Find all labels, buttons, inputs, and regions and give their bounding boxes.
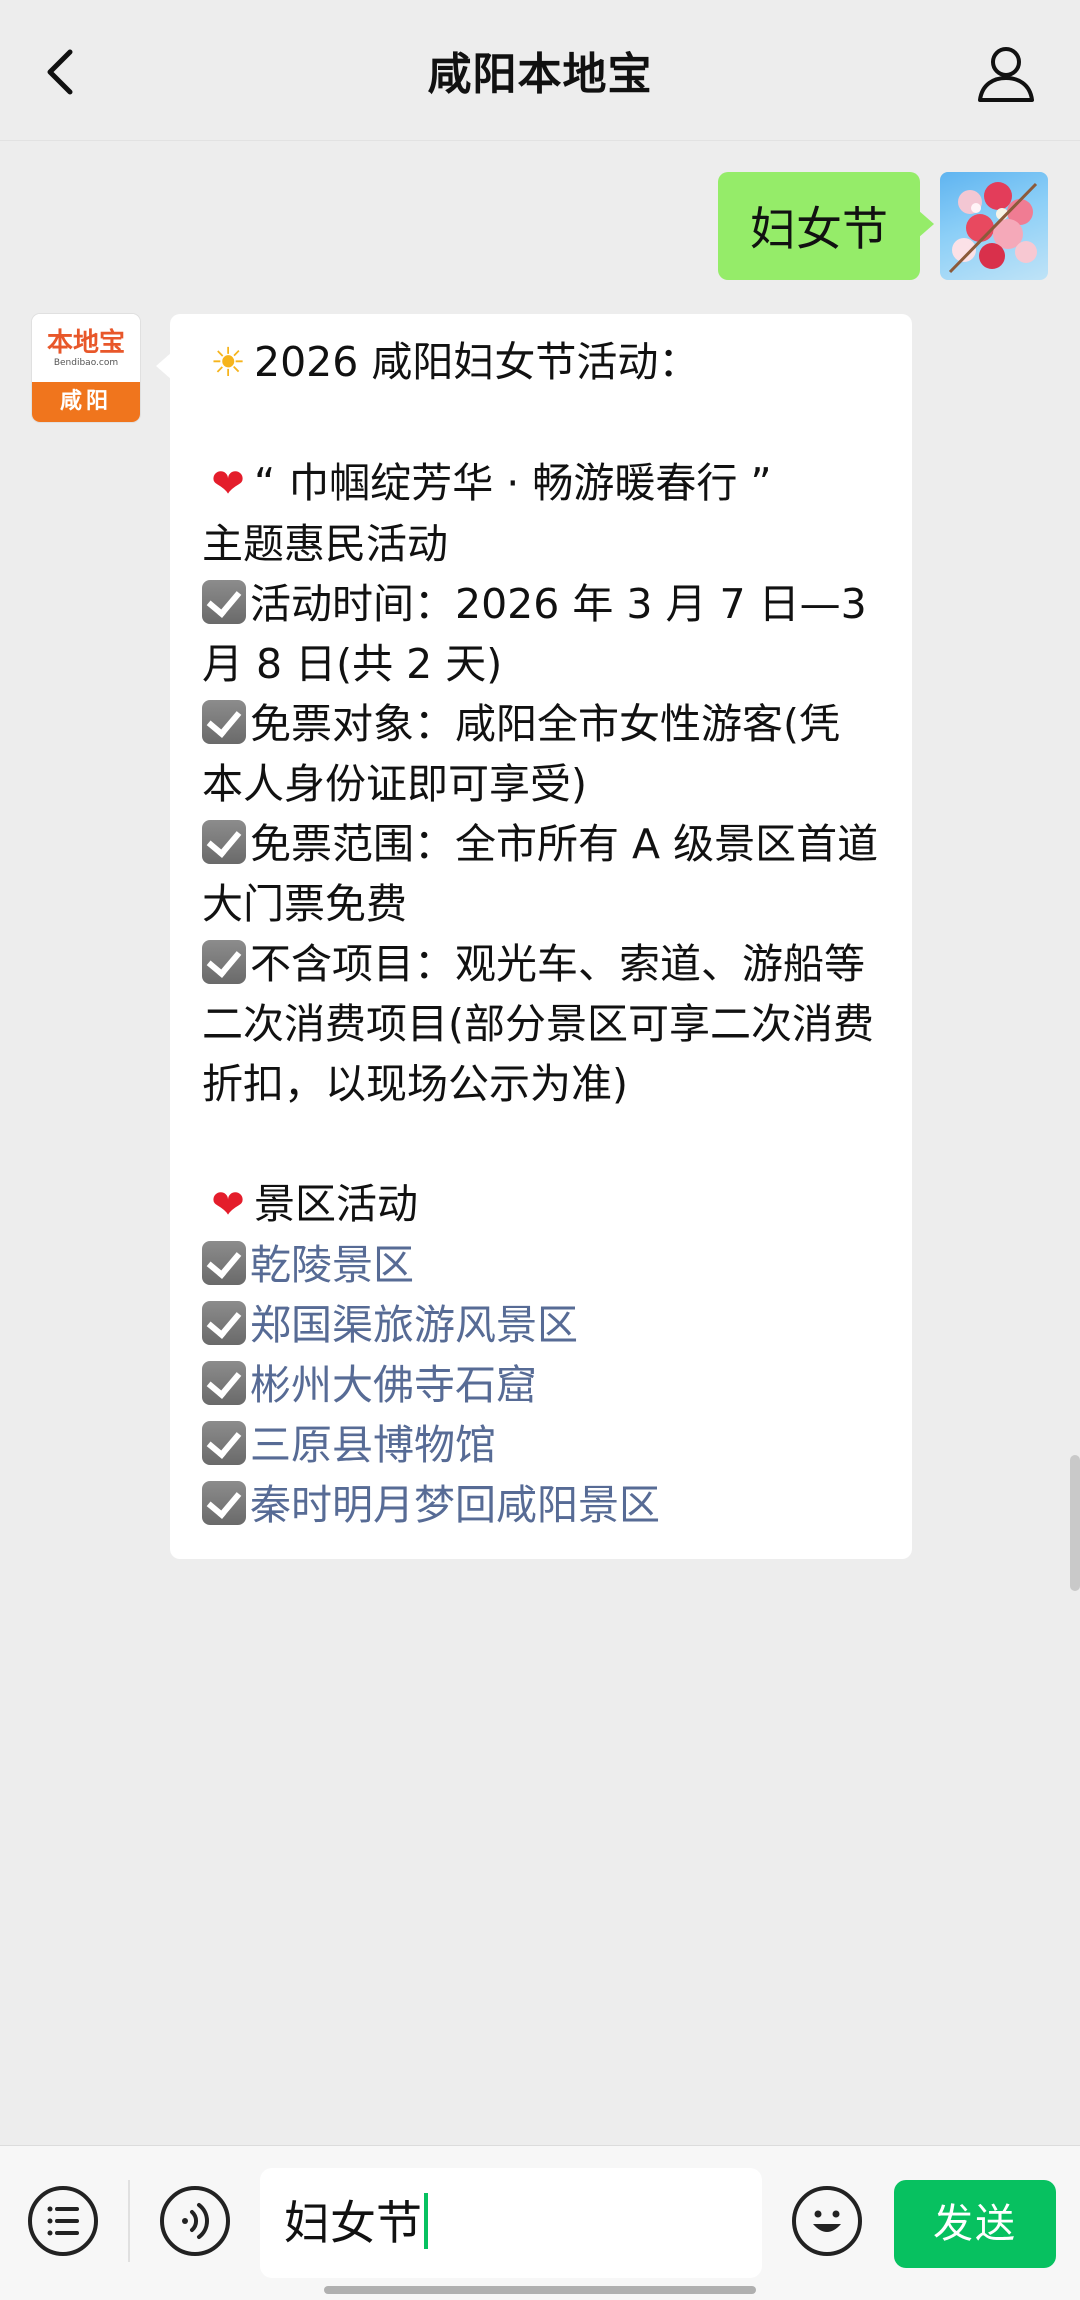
scenic-link-row: 三原县博物馆 [202,1415,880,1475]
scenic-link-row: 乾陵景区 [202,1235,880,1295]
outgoing-bubble[interactable]: 妇女节 [718,172,934,280]
blossom-image [948,182,1038,274]
bar-divider [128,2180,130,2262]
message-input[interactable]: 妇女节 [260,2168,762,2278]
home-indicator[interactable] [324,2286,756,2294]
sun-icon: ☀ [210,340,246,386]
target-text: 免票对象：咸阳全市女性游客(凭本人身份证即可享受) [202,700,840,808]
checkbox-icon [202,580,246,624]
send-button[interactable]: 发送 [894,2180,1056,2268]
bot-avatar[interactable]: 本地宝 Bendibao.com 咸阳 [32,314,140,422]
user-avatar[interactable] [940,172,1048,280]
time-text: 活动时间：2026 年 3 月 7 日—3月 8 日(共 2 天) [202,580,867,688]
nav-bar: 咸阳本地宝 [0,0,1080,141]
avatar-logo-text: 本地宝 [46,328,125,358]
checkbox-icon [202,1241,246,1285]
scenic-link[interactable]: 三原县博物馆 [250,1421,496,1469]
exclude-text: 不含项目：观光车、索道、游船等二次消费项目(部分景区可享二次消费折扣，以现场公示… [202,940,874,1108]
incoming-message-row: 本地宝 Bendibao.com 咸阳 ☀ 2026 咸阳妇女节活动： ❤ “ 巾帼… [32,314,912,1559]
checkbox-icon [202,1301,246,1345]
scrollbar-thumb[interactable] [1070,1455,1080,1591]
time-line: 活动时间：2026 年 3 月 7 日—3月 8 日(共 2 天) [202,574,880,694]
scenic-link[interactable]: 彬州大佛寺石窟 [250,1361,537,1409]
page-title: 咸阳本地宝 [427,49,653,100]
checkbox-icon [202,820,246,864]
theme-line: ❤ “ 巾帼绽芳华 · 畅游暖春行 ” [202,453,880,514]
menu-icon[interactable] [28,2186,98,2256]
input-value: 妇女节 [284,2196,422,2250]
voice-icon[interactable] [160,2186,230,2256]
scenic-link-row: 彬州大佛寺石窟 [202,1355,880,1415]
scope-line: 免票范围：全市所有 A 级景区首道大门票免费 [202,814,880,934]
checkbox-icon [202,1361,246,1405]
section-title: 景区活动 [254,1180,418,1228]
incoming-bubble[interactable]: ☀ 2026 咸阳妇女节活动： ❤ “ 巾帼绽芳华 · 畅游暖春行 ” 主题惠民活动… [156,314,912,1559]
heart-icon: ❤ [211,1182,245,1228]
emoji-icon[interactable] [792,2186,862,2256]
heart-icon: ❤ [211,461,245,507]
scenic-link[interactable]: 乾陵景区 [250,1241,414,1289]
input-bar: 妇女节 发送 [0,2145,1080,2300]
scenic-link-row: 郑国渠旅游风景区 [202,1295,880,1355]
avatar-site-text: Bendibao.com [53,358,119,368]
checkbox-icon [202,1421,246,1465]
profile-icon[interactable] [970,38,1042,110]
scenic-link-row: 秦时明月梦回咸阳景区 [202,1475,880,1535]
theme-text: “ 巾帼绽芳华 · 畅游暖春行 ” [254,459,772,507]
text-caret [424,2193,428,2249]
checkbox-icon [202,1481,246,1525]
scenic-link[interactable]: 郑国渠旅游风景区 [250,1301,578,1349]
section-line: ❤ 景区活动 [202,1174,880,1235]
scenic-link[interactable]: 秦时明月梦回咸阳景区 [250,1481,660,1529]
exclude-line: 不含项目：观光车、索道、游船等二次消费项目(部分景区可享二次消费折扣，以现场公示… [202,934,880,1114]
checkbox-icon [202,940,246,984]
theme-subline: 主题惠民活动 [202,520,448,568]
outgoing-message-row: 妇女节 [718,172,1048,282]
checkbox-icon [202,700,246,744]
message-title: 2026 咸阳妇女节活动： [254,338,700,386]
scope-text: 免票范围：全市所有 A 级景区首道大门票免费 [202,820,879,928]
message-title-line: ☀ 2026 咸阳妇女节活动： [202,332,880,393]
target-line: 免票对象：咸阳全市女性游客(凭本人身份证即可享受) [202,694,880,814]
avatar-city-text: 咸阳 [32,382,140,422]
